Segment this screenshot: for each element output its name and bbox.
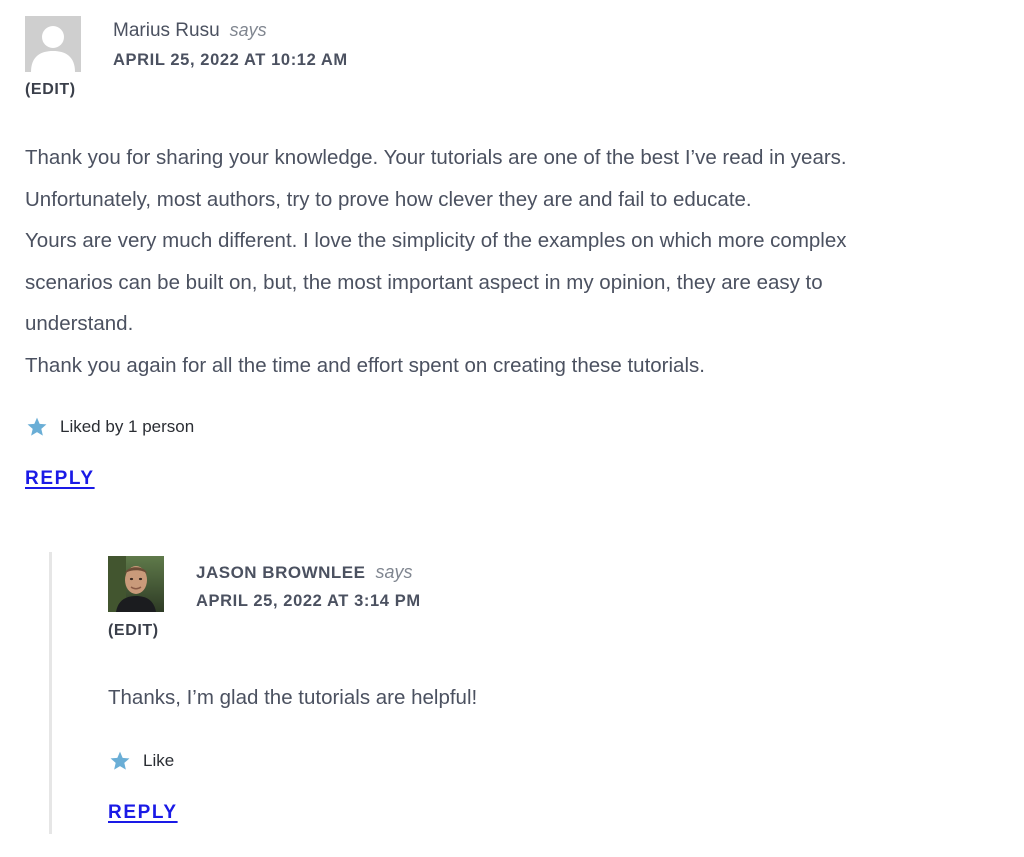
says-label: says xyxy=(375,562,413,582)
comment-line: Yours are very much different. I love th… xyxy=(25,229,847,252)
edit-link[interactable]: (EDIT) xyxy=(25,81,76,99)
comment-date-link[interactable]: APRIL 25, 2022 AT 10:12 AM xyxy=(113,51,348,70)
comment-author: Marius Rusu says xyxy=(113,20,267,42)
comment-line: Thank you again for all the time and eff… xyxy=(25,353,705,377)
author-avatar xyxy=(108,556,164,612)
star-icon xyxy=(110,751,130,770)
edit-link[interactable]: (EDIT) xyxy=(108,622,159,640)
comment-line: Unfortunately, most authors, try to prov… xyxy=(25,187,752,211)
like-widget[interactable]: Like xyxy=(109,750,174,772)
comment-body: Thanks, I’m glad the tutorials are helpf… xyxy=(108,677,477,719)
author-name: Marius Rusu xyxy=(113,20,220,41)
author-name[interactable]: JASON BROWNLEE xyxy=(196,563,365,582)
comment-line: Thanks, I’m glad the tutorials are helpf… xyxy=(108,686,478,709)
star-icon xyxy=(27,417,47,436)
comment-body: Thank you for sharing your knowledge. Yo… xyxy=(25,137,847,386)
author-photo-avatar xyxy=(108,556,164,612)
comment-author: JASON BROWNLEE says xyxy=(196,562,412,583)
like-button-label[interactable]: Like xyxy=(143,751,174,771)
like-count-label[interactable]: Liked by 1 person xyxy=(60,417,194,437)
says-label: says xyxy=(229,20,267,40)
comment-line: scenarios can be built on, but, the most… xyxy=(25,270,823,294)
comment-line: Thank you for sharing your knowledge. Yo… xyxy=(25,146,847,169)
comment-line: understand. xyxy=(25,312,134,335)
reply-button[interactable]: REPLY xyxy=(108,802,178,824)
reply-button[interactable]: REPLY xyxy=(25,468,95,490)
thread-indent-line xyxy=(49,552,52,834)
comment-date-link[interactable]: APRIL 25, 2022 AT 3:14 PM xyxy=(196,592,421,611)
default-avatar-icon xyxy=(25,16,81,72)
like-widget[interactable]: Liked by 1 person xyxy=(26,416,194,438)
commenter-avatar xyxy=(25,16,81,72)
